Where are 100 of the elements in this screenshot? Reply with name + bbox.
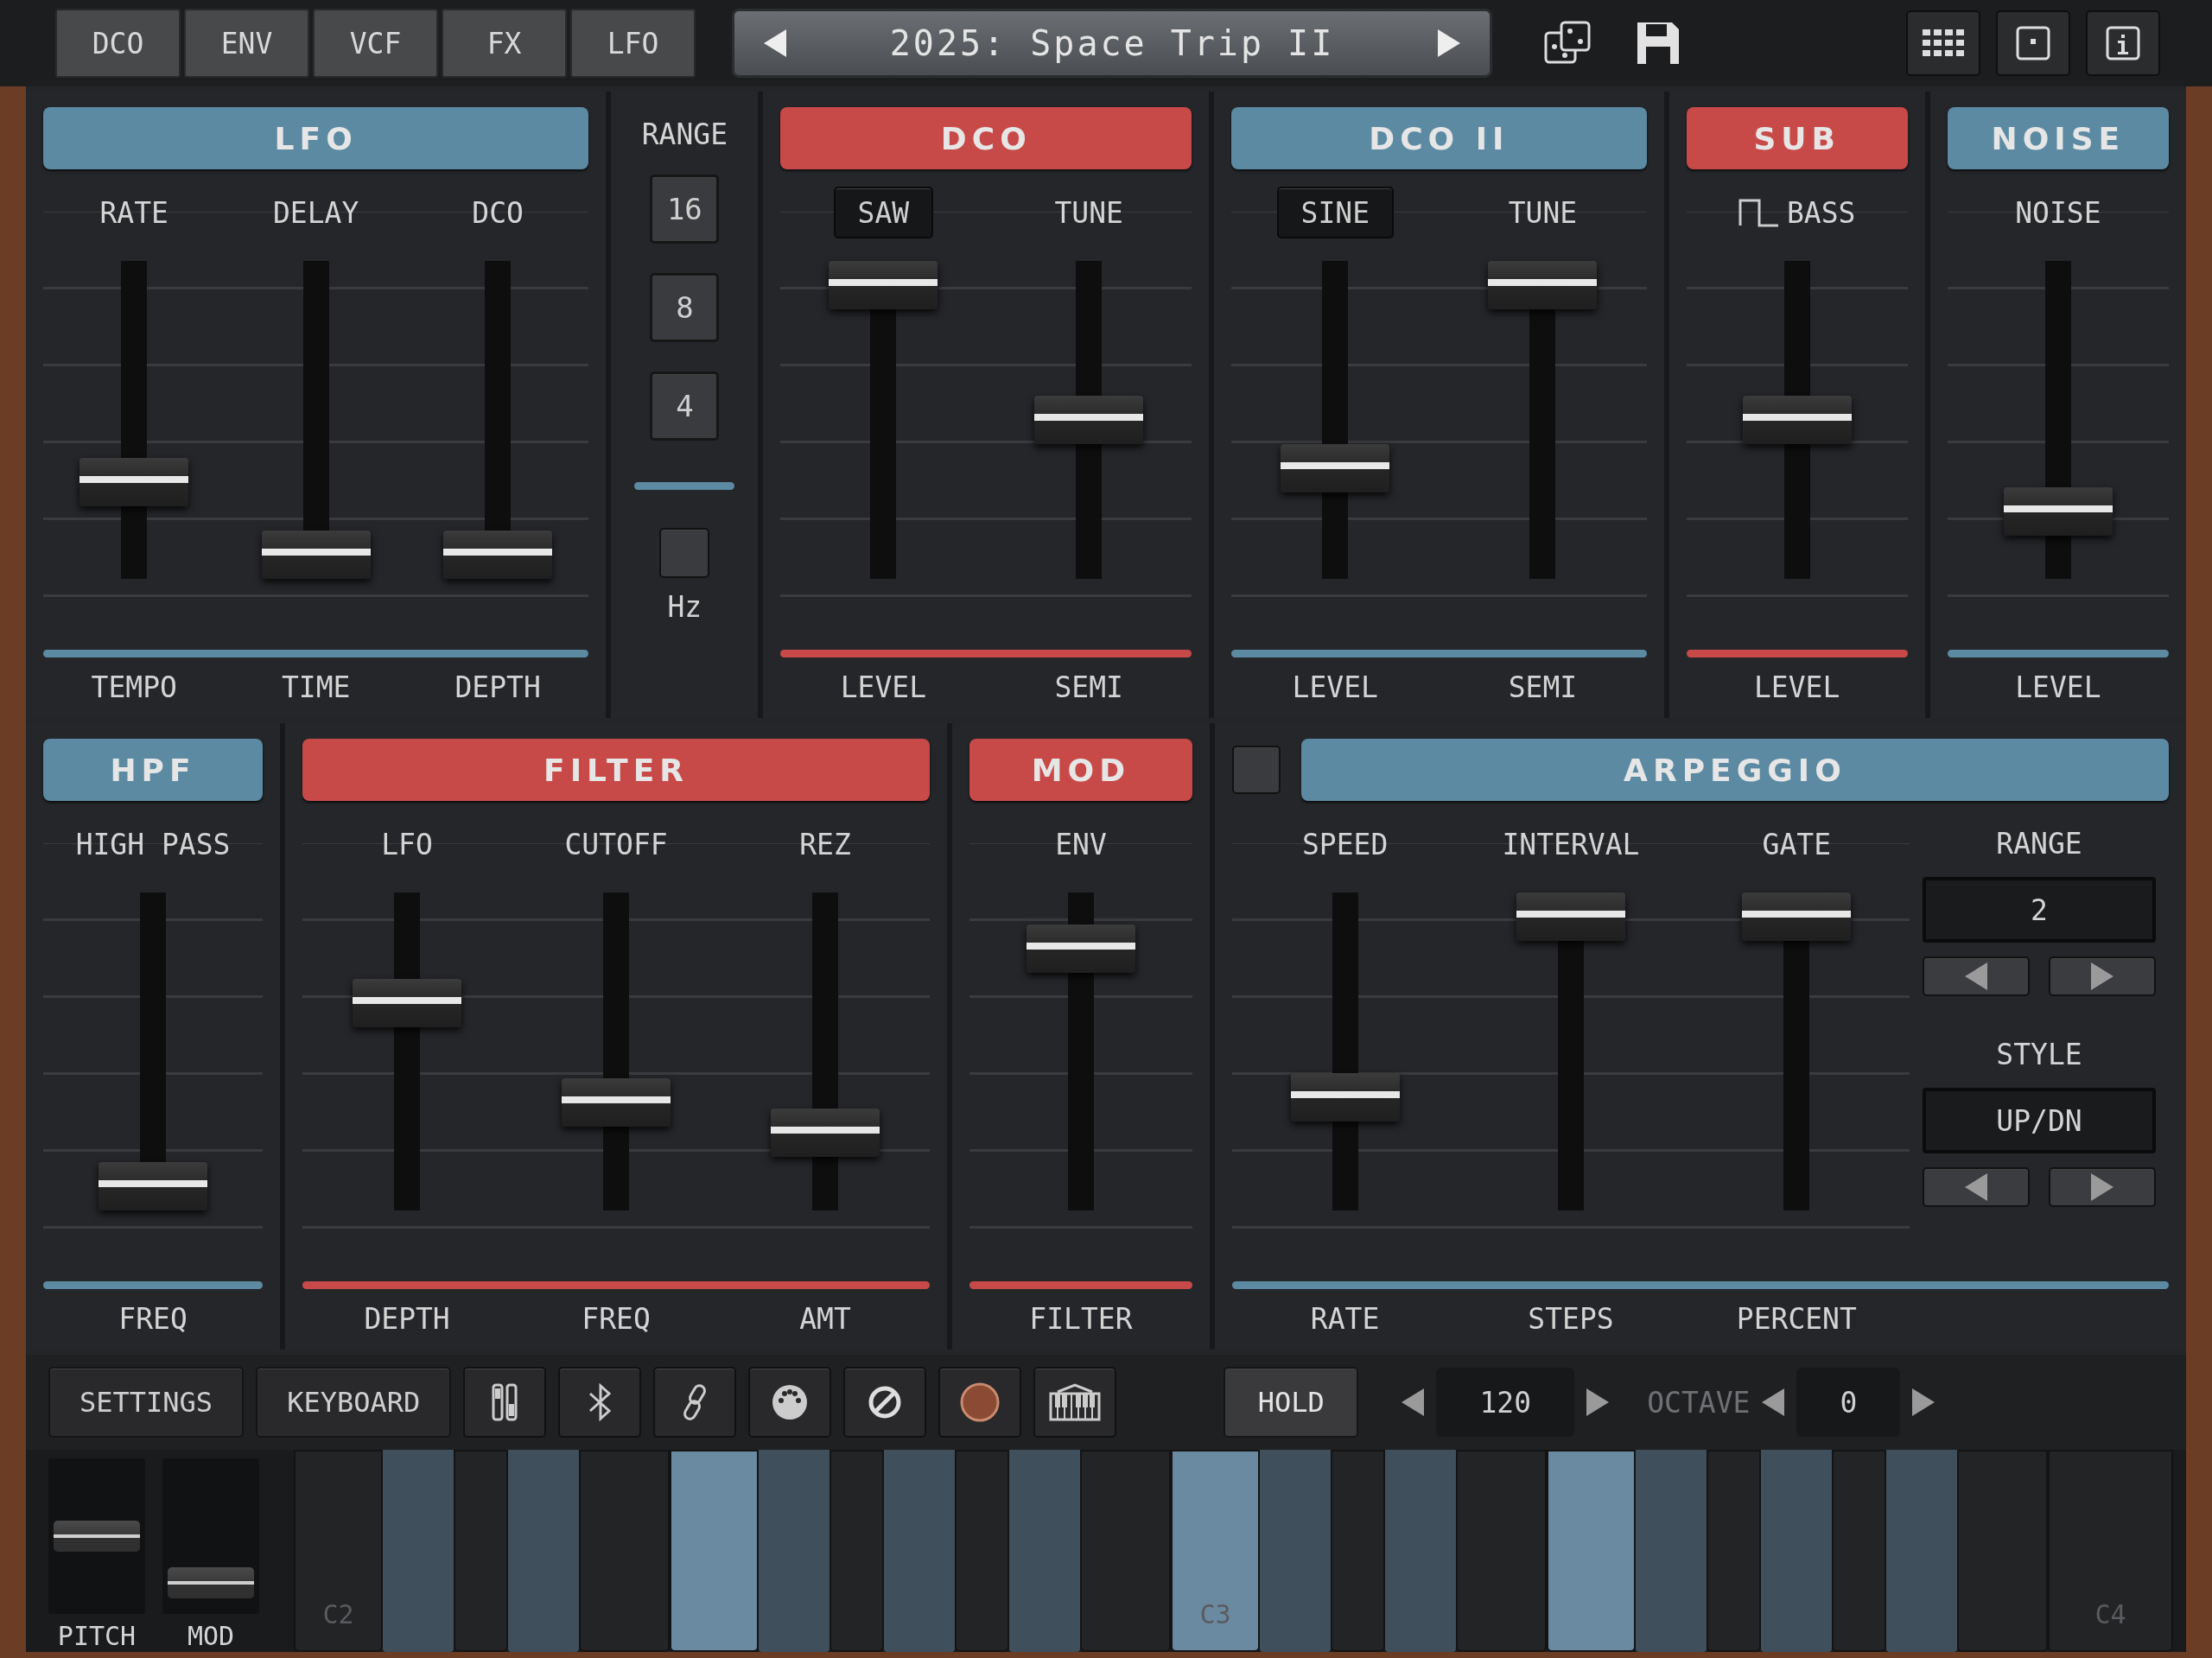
hold-button[interactable]: HOLD (1224, 1367, 1359, 1438)
natural-key[interactable] (670, 1450, 759, 1652)
tab[interactable]: DCO (55, 9, 181, 78)
previous-preset-button[interactable] (764, 29, 786, 57)
control-label: ENV (1055, 827, 1107, 861)
tab[interactable]: LFO (570, 9, 696, 78)
wheel-track[interactable] (162, 1458, 259, 1614)
panel-view-button[interactable] (1996, 10, 2070, 76)
control-label: FREQ (118, 1301, 188, 1337)
next-button[interactable] (2049, 1167, 2156, 1207)
left-arrow-icon (1762, 1388, 1785, 1416)
fader-thumb[interactable] (1290, 1073, 1400, 1122)
previous-arrow-icon (1965, 962, 1987, 990)
range-option[interactable]: 8 (650, 273, 720, 342)
control-label: AMT (798, 1301, 852, 1337)
fader-thumb[interactable] (1742, 396, 1852, 444)
fader-thumb[interactable] (829, 261, 938, 309)
next-button[interactable] (2049, 956, 2156, 996)
tempo-value: 120 (1436, 1368, 1575, 1437)
grid-view-button[interactable] (1906, 10, 1980, 76)
info-button[interactable] (2086, 10, 2160, 76)
wheel-thumb[interactable] (168, 1567, 254, 1598)
waveform-selector[interactable]: SAW (833, 187, 934, 238)
grid-icon[interactable] (1923, 29, 1964, 57)
record-button[interactable] (938, 1367, 1022, 1438)
left-arrow-icon (1402, 1388, 1425, 1416)
selector-value: 2 (1923, 877, 2156, 943)
control-label: HIGH PASS (75, 827, 231, 861)
control-label: FREQ (581, 1301, 652, 1337)
fader-thumb[interactable] (353, 978, 462, 1027)
section-header[interactable]: FILTER (302, 739, 930, 801)
fader-thumb[interactable] (1742, 893, 1852, 941)
fader-thumb[interactable] (771, 1108, 880, 1157)
midi-button[interactable] (748, 1367, 832, 1438)
keyboard-view-button[interactable] (1033, 1367, 1117, 1438)
fader-thumb[interactable] (443, 530, 553, 579)
waveform-selector[interactable]: SINE (1276, 187, 1395, 238)
key-label: C3 (1199, 1599, 1231, 1629)
wheel-label: MOD (187, 1621, 235, 1651)
previous-arrow-icon (1965, 1173, 1987, 1201)
fader-thumb[interactable] (1034, 396, 1144, 444)
tab[interactable]: FX (442, 9, 567, 78)
save-button[interactable] (1636, 21, 1681, 66)
range-option[interactable]: 4 (650, 372, 720, 441)
control-label: LEVEL (1753, 670, 1841, 706)
arpeggio-toggle[interactable] (1231, 746, 1281, 794)
next-preset-button[interactable] (1438, 29, 1460, 57)
preset-selector[interactable]: 2025: Space Trip II (732, 9, 1492, 78)
preset-name: 2025: Space Trip II (889, 23, 1335, 63)
toolbar-button[interactable]: SETTINGS (48, 1367, 245, 1438)
wheel-thumb[interactable] (54, 1521, 140, 1552)
range-option[interactable]: 16 (650, 175, 720, 244)
toolbar-button[interactable]: KEYBOARD (256, 1367, 452, 1438)
fader-thumb[interactable] (261, 530, 371, 579)
right-arrow-icon (1912, 1388, 1936, 1416)
octave-up-button[interactable] (1912, 1388, 1936, 1416)
tab[interactable]: VCF (313, 9, 438, 78)
control-label: FILTER (1028, 1301, 1134, 1337)
control-label: LFO (381, 827, 433, 861)
control-label: TUNE (1054, 195, 1123, 230)
square-wave-icon (1738, 198, 1780, 227)
control-label: DCO (472, 195, 524, 230)
stop-button[interactable] (843, 1367, 927, 1438)
piano-icon (1049, 1383, 1102, 1421)
bluetooth-button[interactable] (558, 1367, 642, 1438)
tempo-up-button[interactable] (1586, 1388, 1610, 1416)
control-label: LEVEL (1291, 670, 1379, 706)
selector-label: STYLE (1996, 1037, 2082, 1073)
tab[interactable]: ENV (184, 9, 309, 78)
control-label: DELAY (273, 195, 359, 230)
wheel-label: PITCH (57, 1621, 137, 1651)
fader-thumb[interactable] (79, 457, 189, 506)
tempo-down-button[interactable] (1402, 1388, 1425, 1416)
mixer-button[interactable] (463, 1367, 547, 1438)
previous-button[interactable] (1923, 1167, 2030, 1207)
right-arrow-icon (1586, 1388, 1610, 1416)
control-label: SPEED (1301, 827, 1389, 861)
section-header[interactable]: DCO (780, 107, 1192, 169)
control-label: SEMI (1053, 670, 1124, 706)
wheel-track[interactable] (48, 1458, 145, 1614)
random-button[interactable] (1544, 21, 1592, 66)
control-label: SEMI (1507, 670, 1579, 706)
fader-thumb[interactable] (2003, 487, 2113, 537)
key-label: C2 (322, 1599, 354, 1629)
fader-thumb[interactable] (1026, 924, 1135, 974)
natural-key[interactable] (1546, 1450, 1636, 1652)
section-header[interactable]: MOD (969, 739, 1192, 801)
record-icon (959, 1382, 1001, 1423)
previous-button[interactable] (1923, 956, 2030, 996)
octave-down-button[interactable] (1762, 1388, 1785, 1416)
fader-thumb[interactable] (1516, 893, 1625, 941)
fader-thumb[interactable] (1488, 261, 1598, 309)
fader-thumb[interactable] (99, 1162, 208, 1210)
link-button[interactable] (653, 1367, 737, 1438)
section-header[interactable]: SUB (1686, 107, 1908, 169)
control-label: CUTOFF (564, 827, 668, 861)
fader-thumb[interactable] (562, 1078, 671, 1128)
fader-thumb[interactable] (1281, 444, 1390, 493)
info-icon[interactable] (2106, 26, 2140, 60)
hz-toggle[interactable] (659, 528, 710, 578)
